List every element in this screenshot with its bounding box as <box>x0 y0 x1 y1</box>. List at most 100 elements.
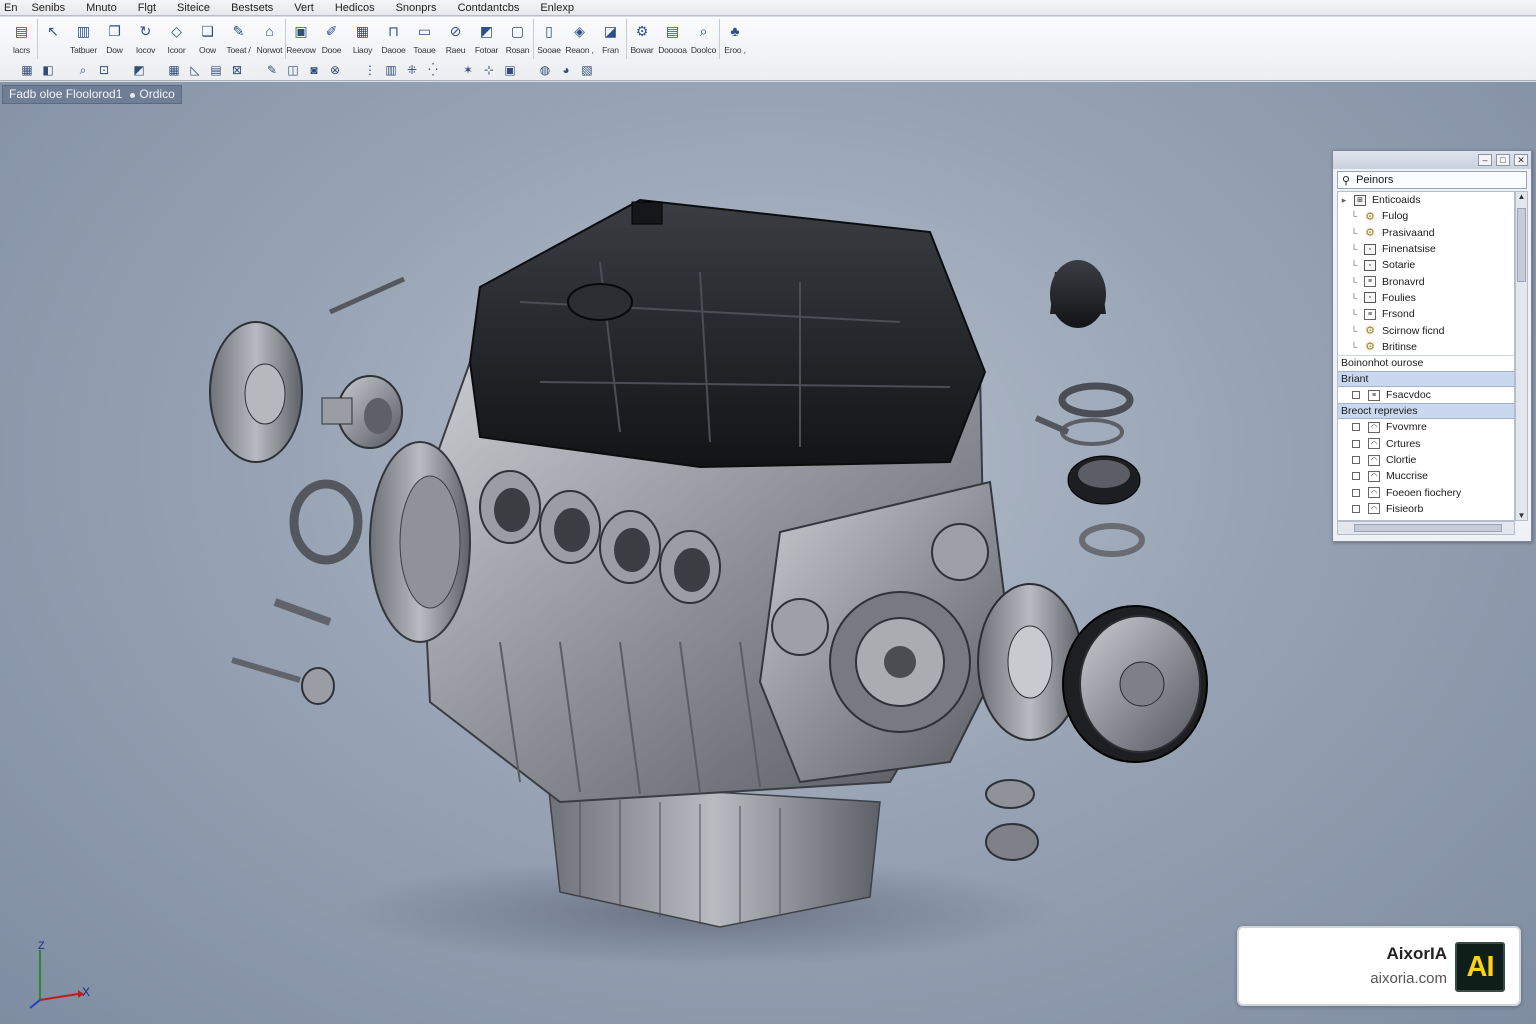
open-icon[interactable]: ◧ <box>39 62 57 78</box>
toolbar-button-22[interactable]: ⌕ Doolco <box>688 19 719 59</box>
toolbar-button-18[interactable]: ◈ Reaon , <box>564 19 595 59</box>
checkbox-icon[interactable] <box>1352 488 1360 497</box>
menu-item-8[interactable]: Snonprs <box>396 2 437 14</box>
save-icon[interactable]: ▦ <box>18 62 36 78</box>
tree-item[interactable]: └ ▫ Foulies <box>1338 290 1514 306</box>
axis-icon[interactable]: ⊹ <box>480 62 498 78</box>
tree-item[interactable]: ◠ Foeoen fiochery <box>1338 484 1514 500</box>
checkbox-icon[interactable] <box>1352 423 1360 432</box>
tree-section[interactable]: Boinonhot ourose <box>1338 354 1514 371</box>
menu-item-7[interactable]: Hedicos <box>335 2 375 14</box>
appearance-icon[interactable]: ◕ <box>557 62 575 78</box>
tree-item[interactable]: ◠ Crtures <box>1338 436 1514 452</box>
tree-item[interactable]: └ ≡ Frsond <box>1338 306 1514 322</box>
tree-section-selected[interactable]: Briant <box>1338 370 1514 387</box>
toolbar-button-3[interactable]: ❐ Dow <box>99 19 130 59</box>
search-icon[interactable]: ⌕ <box>74 62 92 78</box>
scroll-down-icon[interactable]: ▼ <box>1516 511 1527 520</box>
pencil-icon[interactable]: ✎ <box>263 62 281 78</box>
feature-tree-panel[interactable]: – □ ✕ ⚲ Peinors ▸ ⊞ Enticoaids └ ⚙ Fulog └ ⚙ Pra… <box>1332 150 1532 542</box>
camera-icon[interactable]: ◙ <box>305 62 323 78</box>
menu-item-1[interactable]: Senibs <box>31 2 65 14</box>
tree-item[interactable]: └ ⚙ Scirnow ficnd <box>1338 322 1514 338</box>
toolbar-button-13[interactable]: ▭ Toaue <box>409 19 440 59</box>
toolbar-button-7[interactable]: ✎ Toeat / <box>223 19 254 59</box>
maximize-icon[interactable]: □ <box>1496 154 1510 166</box>
toolbar-button-2[interactable]: ▥ Tatbuer <box>68 19 99 59</box>
sketch-icon[interactable]: ◺ <box>186 62 204 78</box>
menu-item-0[interactable]: En <box>4 2 17 14</box>
shade-icon[interactable]: ▣ <box>501 62 519 78</box>
panel-header[interactable]: ⚲ Peinors <box>1337 171 1527 189</box>
tree-item[interactable]: ◠ Clortie <box>1338 452 1514 468</box>
cross-icon[interactable]: ⁛ <box>424 62 442 78</box>
expand-icon[interactable]: ▸ <box>1338 195 1350 206</box>
hide-icon[interactable]: ⁜ <box>403 62 421 78</box>
tree-item[interactable]: └ ≡ Bronavrd <box>1338 273 1514 289</box>
tree-item[interactable]: └ ⚙ Prasivaand <box>1338 225 1514 241</box>
menu-item-6[interactable]: Vert <box>294 2 314 14</box>
toolbar-button-9[interactable]: ▣ Reevow <box>285 19 316 59</box>
hscroll-thumb[interactable] <box>1354 524 1502 532</box>
toolbar-button-1[interactable]: ↖ <box>37 19 68 59</box>
toolbar-button-10[interactable]: ✐ Dooe <box>316 19 347 59</box>
checkbox-icon[interactable] <box>1352 391 1360 400</box>
menu-item-5[interactable]: Bestsets <box>231 2 273 14</box>
toolbar-button-11[interactable]: ▦ Liaoy <box>347 19 378 59</box>
view-icon[interactable]: ▥ <box>382 62 400 78</box>
tree-section-selected[interactable]: Breoct reprevies <box>1338 403 1514 420</box>
menu-item-4[interactable]: Siteice <box>177 2 210 14</box>
checkbox-icon[interactable] <box>1352 504 1360 513</box>
tree-item[interactable]: ◠ Fisieorb <box>1338 501 1514 517</box>
toolbar-button-21[interactable]: ▤ Dooooa <box>657 19 688 59</box>
toolbar-button-6[interactable]: ❏ Oow <box>192 19 223 59</box>
grid-icon[interactable]: ▦ <box>165 62 183 78</box>
display-icon[interactable]: ▧ <box>578 62 596 78</box>
toolbar-button-14[interactable]: ⊘ Raeu <box>440 19 471 59</box>
tree-item[interactable]: └ ⚙ Fulog <box>1338 208 1514 224</box>
document-tab[interactable]: Fadb oloe Floolorod1 Ordico <box>2 85 182 104</box>
checkbox-icon[interactable] <box>1352 472 1360 481</box>
tree-item[interactable]: └ ⚙ Britinse <box>1338 339 1514 355</box>
feature-tree[interactable]: ▸ ⊞ Enticoaids └ ⚙ Fulog └ ⚙ Prasivaand └ ▫ Finenat… <box>1337 191 1515 521</box>
render-icon[interactable]: ◍ <box>536 62 554 78</box>
toolbar-button-17[interactable]: ▯ Sooae <box>533 19 564 59</box>
minimize-icon[interactable]: – <box>1478 154 1492 166</box>
toolbar-button-20[interactable]: ⚙ Bowar <box>626 19 657 59</box>
lock-icon[interactable]: ⊡ <box>95 62 113 78</box>
checkbox-icon[interactable] <box>1352 439 1360 448</box>
toolbar-button-12[interactable]: ⊓ Daooe <box>378 19 409 59</box>
checkbox-icon[interactable] <box>1352 456 1360 464</box>
scroll-up-icon[interactable]: ▲ <box>1516 192 1527 201</box>
toolbar-button-15[interactable]: ◩ Fotoar <box>471 19 502 59</box>
tree-item[interactable]: ◠ Muccrise <box>1338 468 1514 484</box>
toolbar-button-8[interactable]: ⌂ Norwot <box>254 19 285 59</box>
exploded-engine-model[interactable] <box>0 82 1536 1024</box>
menu-item-10[interactable]: Enlexp <box>540 2 574 14</box>
doc-icon[interactable]: ▤ <box>207 62 225 78</box>
tree-item[interactable]: └ ▫ Sotarie <box>1338 257 1514 273</box>
toolbar-button-19[interactable]: ◪ Fran <box>595 19 626 59</box>
tree-root[interactable]: ▸ ⊞ Enticoaids <box>1338 192 1514 208</box>
horizontal-scrollbar[interactable] <box>1337 521 1515 535</box>
graphics-viewport[interactable]: Fadb oloe Floolorod1 Ordico Z X <box>0 82 1536 1024</box>
scroll-thumb[interactable] <box>1517 208 1526 282</box>
menu-item-9[interactable]: Contdantcbs <box>458 2 520 14</box>
toolbar-button-16[interactable]: ▢ Rosan <box>502 19 533 59</box>
star-icon[interactable]: ✶ <box>459 62 477 78</box>
tree-item[interactable]: ≡ Fsacvdoc <box>1338 387 1514 403</box>
toolbar-button-0[interactable]: ▤ lacrs <box>6 19 37 59</box>
toolbar-button-23[interactable]: ♣ Eroo , <box>719 19 750 59</box>
close-icon[interactable]: ✕ <box>1514 154 1528 166</box>
menu-item-2[interactable]: Mnuto <box>86 2 117 14</box>
fit-icon[interactable]: ⋮ <box>361 62 379 78</box>
toolbar-button-5[interactable]: ◇ Icoor <box>161 19 192 59</box>
vertical-scrollbar[interactable]: ▲ ▼ <box>1515 191 1528 521</box>
tree-item[interactable]: └ ▫ Finenatsise <box>1338 241 1514 257</box>
dimension-icon[interactable]: ⊠ <box>228 62 246 78</box>
tree-item[interactable]: ◠ Fvovmre <box>1338 419 1514 435</box>
toolbar-button-4[interactable]: ↻ Iocov <box>130 19 161 59</box>
color-icon[interactable]: ◩ <box>130 62 148 78</box>
section-icon[interactable]: ◫ <box>284 62 302 78</box>
menu-item-3[interactable]: Flgt <box>138 2 156 14</box>
